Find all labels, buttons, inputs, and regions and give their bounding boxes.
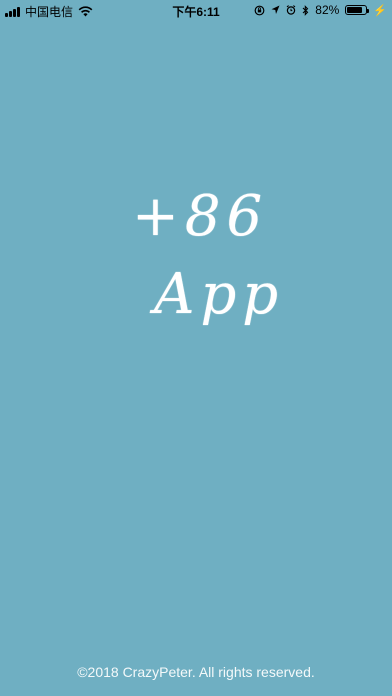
battery-icon [345, 5, 370, 15]
status-bar: 中国电信 下午6:11 82% ⚡ [0, 0, 392, 20]
battery-percent: 82% [315, 3, 340, 17]
app-logo-line1: +86 [132, 184, 272, 264]
alarm-icon [286, 5, 296, 15]
copyright-footer: ©2018 CrazyPeter. All rights reserved. [77, 664, 315, 680]
location-icon [271, 5, 280, 14]
charging-icon: ⚡ [373, 4, 387, 17]
bluetooth-icon [302, 4, 309, 16]
app-logo-line2: App [154, 262, 278, 352]
rotation-lock-icon [254, 5, 265, 15]
logo-text-app: App [154, 262, 285, 327]
status-right: 82% ⚡ [254, 3, 387, 17]
logo-text-plus86: +86 [132, 184, 269, 249]
